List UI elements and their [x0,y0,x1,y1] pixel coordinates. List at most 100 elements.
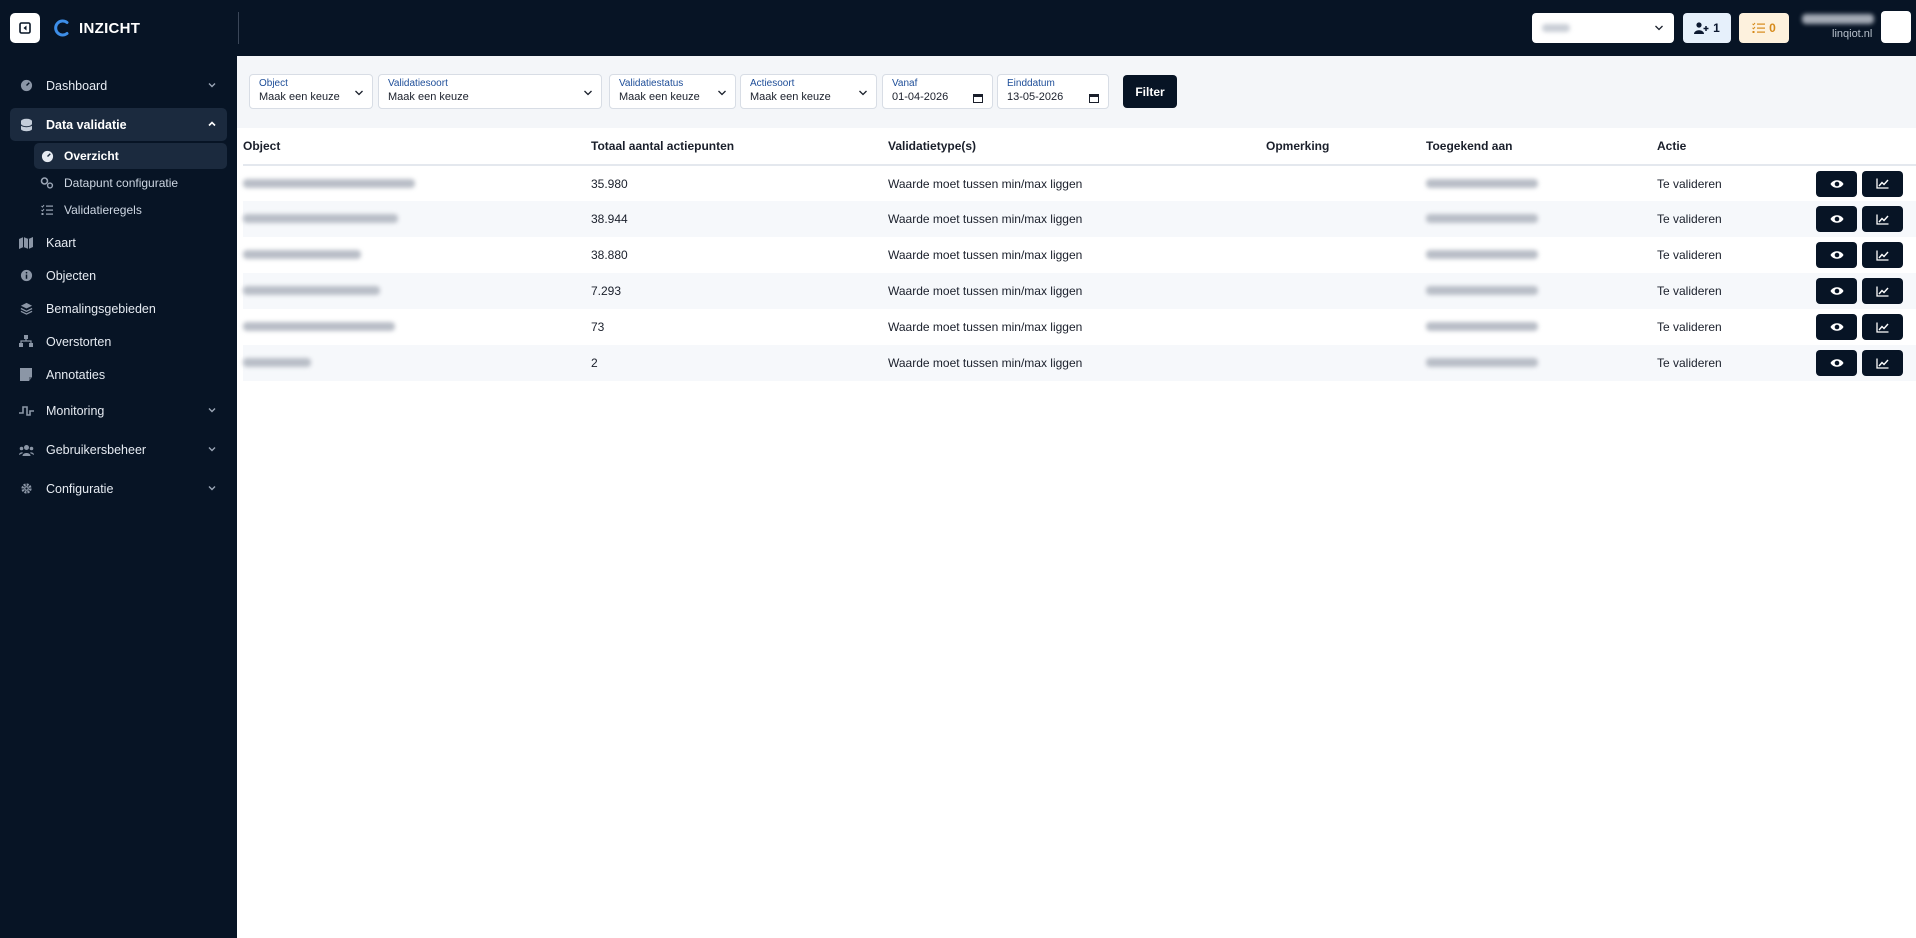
sidebar-item-bemalingsgebieden[interactable]: Bemalingsgebieden [10,292,227,325]
chart-button[interactable] [1862,170,1903,197]
eye-icon [1830,251,1843,259]
sidebar-item-dashboard[interactable]: Dashboard [10,69,227,102]
pulse-icon [18,403,34,419]
column-header-toegekend-aan[interactable]: Toegekend aan [1426,128,1657,166]
view-button[interactable] [1816,206,1857,232]
sidebar-item-gebruikersbeheer[interactable]: Gebruikersbeheer [10,433,227,466]
chart-line-icon [1876,322,1889,333]
assignee-redacted [1426,286,1538,295]
view-button[interactable] [1816,278,1857,304]
gear-icon [18,481,34,497]
chart-button[interactable] [1862,242,1903,268]
total-cell: 2 [591,356,598,370]
filter-value: Maak een keuze [259,91,340,103]
brand-row: INZICHT [0,0,237,56]
sidebar-item-label: Data validatie [46,117,127,132]
remark-cell [1266,237,1426,273]
object-filter-select[interactable]: Object Maak een keuze [249,74,373,109]
filter-value: 13-05-2026 [1007,91,1064,103]
assignee-redacted [1426,322,1538,331]
chart-line-icon [1876,286,1889,297]
sidebar-subitem-overzicht[interactable]: Overzicht [34,143,227,169]
row-actions [1811,345,1916,381]
sidebar-item-overstorten[interactable]: Overstorten [10,325,227,358]
sidebar-subitem-label: Validatieregels [64,203,142,217]
vanaf-date-input[interactable]: Vanaf 01-04-2026 [882,74,993,109]
type-cell: Waarde moet tussen min/max liggen [888,248,1083,262]
remark-cell [1266,273,1426,309]
chart-line-icon [1876,178,1889,189]
object-cell [243,237,591,273]
total-cell: 7.293 [591,284,622,298]
validation-table: Object Totaal aantal actiepunten Validat… [243,128,1916,381]
sidebar-item-label: Annotaties [46,367,106,382]
sidebar-item-configuratie[interactable]: Configuratie [10,472,227,505]
tasks-badge[interactable]: 0 [1739,13,1789,43]
object-name-redacted [243,250,361,259]
chart-button[interactable] [1862,206,1903,232]
row-actions [1811,165,1916,201]
view-button[interactable] [1816,350,1857,376]
action-status-cell: Te valideren [1657,176,1722,191]
eye-icon [1830,359,1843,367]
chevron-down-icon [1655,25,1663,31]
table-header-row: Object Totaal aantal actiepunten Validat… [243,128,1916,166]
sidebar-item-data-validatie[interactable]: Data validatie [10,108,227,141]
column-header-object[interactable]: Object [243,128,591,166]
sidebar-item-label: Monitoring [46,403,105,418]
remark-cell [1266,165,1426,201]
tenant-select[interactable] [1532,13,1674,43]
sidebar-nav: Dashboard Data validatie Overzicht Datap… [0,69,237,505]
collapse-sidebar-button[interactable] [10,13,40,43]
object-cell [243,309,591,345]
view-button[interactable] [1816,170,1857,197]
assignee-redacted [1426,214,1538,223]
chevron-down-icon [584,90,592,96]
users-count: 1 [1713,21,1720,35]
object-name-redacted [243,178,415,188]
sidebar-item-annotaties[interactable]: Annotaties [10,358,227,391]
chart-button[interactable] [1862,350,1903,376]
users-icon [18,442,34,458]
column-header-actie[interactable]: Actie [1657,128,1811,166]
sidebar-subitem-datapunt-configuratie[interactable]: Datapunt configuratie [34,170,227,196]
list-check-icon [40,203,54,217]
row-actions [1811,201,1916,237]
view-button[interactable] [1816,242,1857,268]
sidebar-subitem-validatieregels[interactable]: Validatieregels [34,197,227,223]
chart-button[interactable] [1862,314,1903,340]
eye-icon [1830,287,1843,295]
map-icon [18,235,34,251]
sidebar-item-kaart[interactable]: Kaart [10,226,227,259]
brand-name: INZICHT [79,19,141,37]
filter-label: Validatiesoort [388,78,448,89]
action-status-cell: Te valideren [1657,356,1722,370]
column-header-totaal[interactable]: Totaal aantal actiepunten [591,128,888,166]
view-button[interactable] [1816,314,1857,340]
validatiestatus-filter-select[interactable]: Validatiestatus Maak een keuze [609,74,736,109]
assignee-cell [1426,309,1657,345]
sidebar-item-monitoring[interactable]: Monitoring [10,394,227,427]
remark-cell [1266,345,1426,381]
gauge-icon [40,149,54,163]
users-badge[interactable]: 1 [1683,13,1731,43]
row-actions [1811,309,1916,345]
filter-button[interactable]: Filter [1123,75,1177,108]
chart-button[interactable] [1862,278,1903,304]
column-header-opmerking[interactable]: Opmerking [1266,128,1426,166]
avatar[interactable] [1881,11,1911,43]
validatiesoort-filter-select[interactable]: Validatiesoort Maak een keuze [378,74,602,109]
sidebar-item-objecten[interactable]: Objecten [10,259,227,292]
column-header-validatietype[interactable]: Validatietype(s) [888,128,1266,166]
object-cell [243,165,591,201]
table-row: 35.980 Waarde moet tussen min/max liggen… [243,165,1916,201]
chevron-down-icon [208,486,216,491]
chevron-down-icon [208,83,216,88]
actiesoort-filter-select[interactable]: Actiesoort Maak een keuze [740,74,877,109]
filter-value: Maak een keuze [388,91,469,103]
chevron-down-icon [208,447,216,452]
type-cell: Waarde moet tussen min/max liggen [888,356,1083,370]
chevron-down-icon [718,90,726,96]
info-icon [18,268,34,284]
einddatum-date-input[interactable]: Einddatum 13-05-2026 [997,74,1109,109]
